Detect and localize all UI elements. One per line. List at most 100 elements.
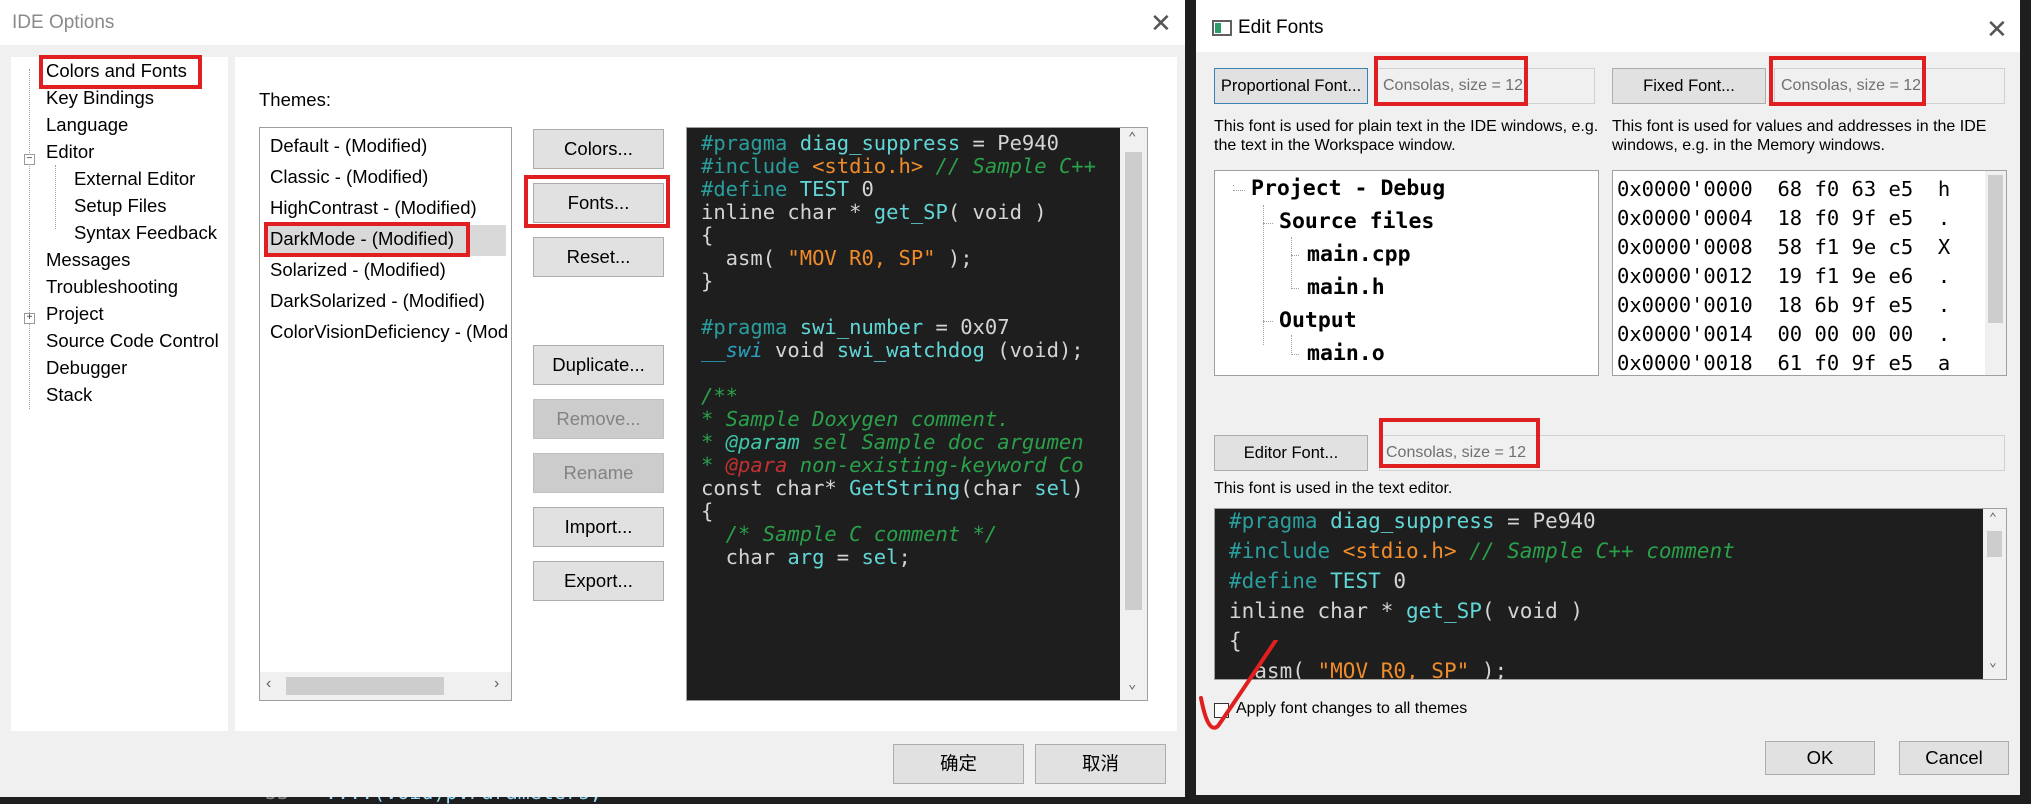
export-button[interactable]: Export...: [533, 561, 664, 601]
import-button[interactable]: Import...: [533, 507, 664, 547]
colors-button[interactable]: Colors...: [533, 129, 664, 169]
tree-item-syntax-feedback[interactable]: Syntax Feedback: [74, 221, 217, 245]
red-checkmark: [1199, 640, 1278, 730]
code-token: get_SP: [1406, 599, 1482, 623]
cancel-button[interactable]: Cancel: [1899, 741, 2009, 775]
remove-button[interactable]: Remove...: [533, 399, 664, 439]
tree-item-editor[interactable]: Editor: [46, 140, 94, 164]
code-line: #pragma diag_suppress = Pe940: [1229, 509, 1596, 536]
tree-item-debugger[interactable]: Debugger: [46, 356, 127, 380]
theme-item[interactable]: ColorVisionDeficiency - (Mod: [270, 320, 508, 344]
collapse-icon[interactable]: −: [24, 154, 35, 165]
theme-item[interactable]: DarkSolarized - (Modified): [270, 289, 485, 313]
proportional-font-button[interactable]: Proportional Font...: [1214, 68, 1368, 104]
cancel-button[interactable]: 取消: [1035, 744, 1166, 784]
vertical-scrollbar[interactable]: ⌃ ⌄: [1983, 509, 2006, 679]
code-token: const char*: [701, 476, 850, 500]
code-token: TEST: [1330, 569, 1381, 593]
code-token: "MOV R0, SP": [1317, 659, 1470, 680]
code-token: ): [1071, 476, 1084, 500]
memory-row: 0x0000'0012 19 f1 9e e6 .: [1617, 264, 1951, 288]
tree-guide: [1291, 335, 1292, 355]
window-title: Edit Fonts: [1238, 17, 1324, 38]
theme-item-selected[interactable]: DarkMode - (Modified): [270, 227, 454, 251]
code-token: = Pe940: [1494, 509, 1596, 533]
tree-item-language[interactable]: Language: [46, 113, 128, 137]
vertical-scrollbar[interactable]: ⌃ ⌄: [1120, 128, 1147, 700]
fixed-font-button[interactable]: Fixed Font...: [1612, 68, 1766, 104]
theme-item[interactable]: Default - (Modified): [270, 134, 427, 158]
theme-item[interactable]: HighContrast - (Modified): [270, 196, 477, 220]
scroll-right-icon[interactable]: ›: [494, 675, 499, 693]
tree-guide: [1233, 185, 1234, 186]
tree-item-setup-files[interactable]: Setup Files: [74, 194, 167, 218]
code-line: }: [701, 266, 713, 296]
scroll-left-icon[interactable]: ‹: [266, 675, 271, 693]
title-bar: [0, 0, 1185, 45]
scroll-thumb[interactable]: [1988, 175, 2003, 323]
window-title: IDE Options: [12, 12, 115, 33]
scroll-thumb[interactable]: [1987, 531, 2002, 557]
code-token: diag_suppress: [1330, 509, 1495, 533]
scroll-up-icon[interactable]: ⌃: [1989, 511, 1997, 526]
code-line: inline char * get_SP( void ): [1229, 596, 1583, 626]
scroll-thumb[interactable]: [286, 677, 444, 695]
edit-fonts-dialog: Edit Fonts ✕ Proportional Font... Consol…: [1196, 0, 2020, 795]
tree-item-key-bindings[interactable]: Key Bindings: [46, 86, 154, 110]
tree-guide: [55, 165, 56, 229]
code-token: #include: [1229, 539, 1343, 563]
tree-guide: [1263, 321, 1273, 322]
code-token: sel: [1034, 476, 1072, 500]
tree-item-project[interactable]: Project: [46, 302, 104, 326]
tree-item-troubleshooting[interactable]: Troubleshooting: [46, 275, 178, 299]
tree-node: Output: [1279, 308, 1357, 333]
fonts-button[interactable]: Fonts...: [533, 183, 664, 223]
tree-guide: [1263, 205, 1264, 345]
themes-list[interactable]: Default - (Modified) Classic - (Modified…: [259, 127, 512, 701]
scroll-down-icon[interactable]: ⌄: [1128, 676, 1136, 692]
scroll-thumb[interactable]: [1125, 152, 1142, 610]
expand-icon[interactable]: +: [24, 313, 35, 324]
theme-item[interactable]: Solarized - (Modified): [270, 258, 446, 282]
fixed-font-description: This font is used for values and address…: [1612, 118, 1987, 154]
close-icon[interactable]: ✕: [1986, 16, 2008, 42]
tree-item-source-code-control[interactable]: Source Code Control: [46, 329, 219, 353]
ok-button[interactable]: OK: [1765, 741, 1875, 775]
tree-guide: [1291, 255, 1299, 256]
scroll-down-icon[interactable]: ⌄: [1989, 655, 1997, 670]
code-token: inline char *: [1229, 599, 1407, 623]
fixed-font-value: Consolas, size = 12: [1774, 68, 2005, 104]
memory-row: 0x0000'0004 18 f0 9f e5 .: [1617, 206, 1951, 230]
theme-item[interactable]: Classic - (Modified): [270, 165, 428, 189]
editor-font-description: This font is used in the text editor.: [1214, 480, 1453, 497]
tree-item-messages[interactable]: Messages: [46, 248, 130, 272]
memory-row: 0x0000'0010 18 6b 9f e5 .: [1617, 293, 1951, 317]
duplicate-button[interactable]: Duplicate...: [533, 345, 664, 385]
tree-guide: [29, 69, 30, 409]
tree-node: main.cpp: [1307, 242, 1411, 267]
reset-button[interactable]: Reset...: [533, 237, 664, 277]
tree-node: Project - Debug: [1251, 176, 1446, 201]
ide-options-dialog: IDE Options ✕ − + Colors and Fonts Key B…: [0, 0, 1185, 797]
memory-row: 0x0000'0000 68 f0 63 e5 h: [1617, 177, 1951, 201]
code-line: inline char * get_SP( void ): [701, 197, 1047, 227]
code-token: =: [824, 545, 862, 569]
memory-row: 0x0000'0018 61 f0 9f e5 a: [1617, 351, 1951, 375]
code-token: }: [701, 269, 714, 293]
tree-item-colors-and-fonts[interactable]: Colors and Fonts: [46, 59, 187, 83]
close-icon[interactable]: ✕: [1150, 10, 1172, 36]
theme-code-preview: ⌃ ⌄ #pragma diag_suppress = Pe940 #includ…: [686, 127, 1148, 701]
tree-item-external-editor[interactable]: External Editor: [74, 167, 195, 191]
editor-font-button[interactable]: Editor Font...: [1214, 435, 1368, 471]
editor-code-preview: ⌃ ⌄ #pragma diag_suppress = Pe940 #includ…: [1214, 508, 2007, 680]
tree-guide: [1291, 354, 1299, 355]
code-token: __swi: [701, 338, 763, 362]
code-token: "MOV R0, SP": [787, 246, 936, 270]
vertical-scrollbar[interactable]: [1985, 171, 2006, 375]
rename-button[interactable]: Rename: [533, 453, 664, 493]
ok-button[interactable]: 确定: [893, 744, 1024, 784]
tree-guide: [1263, 223, 1273, 224]
scroll-up-icon[interactable]: ⌃: [1128, 130, 1136, 146]
horizontal-scrollbar[interactable]: ‹ ›: [260, 672, 511, 700]
tree-item-stack[interactable]: Stack: [46, 383, 92, 407]
